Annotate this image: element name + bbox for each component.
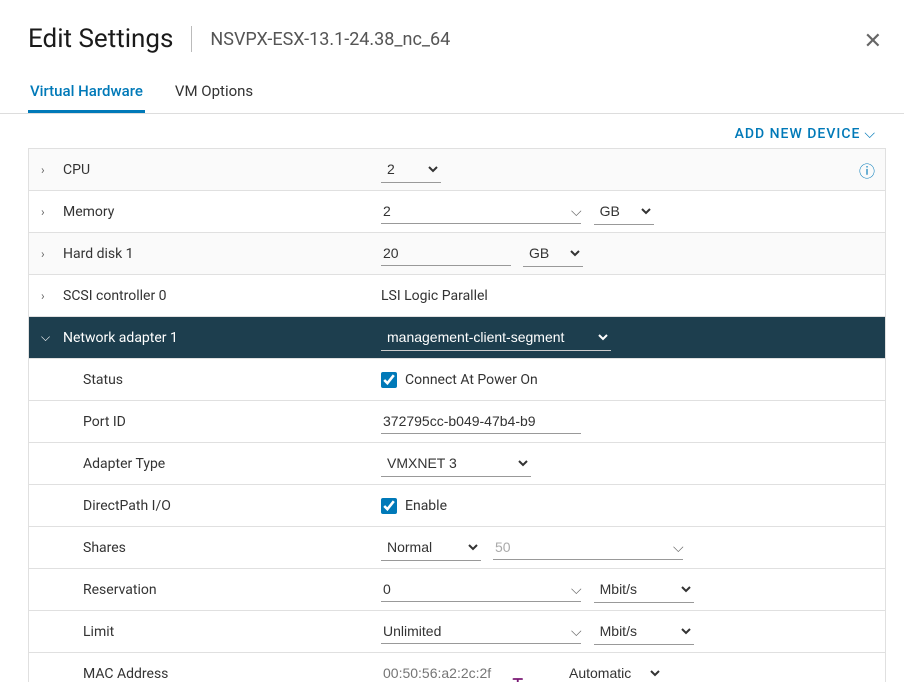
nic-port-id-input[interactable] xyxy=(381,409,581,434)
expand-memory-toggle[interactable]: › xyxy=(41,205,55,219)
row-nic-port-id: Port ID xyxy=(29,401,885,443)
cpu-count-select[interactable]: 2 xyxy=(381,156,441,183)
row-cpu: › CPU 2 ⓘ xyxy=(29,149,885,191)
tab-vm-options[interactable]: VM Options xyxy=(173,74,255,113)
connect-at-power-on-label: Connect At Power On xyxy=(405,372,538,388)
expand-cpu-toggle[interactable]: › xyxy=(41,163,55,177)
directpath-enable-label: Enable xyxy=(405,498,447,514)
connect-at-power-on-checkbox[interactable]: Connect At Power On xyxy=(381,372,538,388)
nic-shares-level-select[interactable]: Normal xyxy=(381,534,481,561)
chevron-down-icon: ⌵ xyxy=(864,126,876,142)
nic-reservation-unit-select[interactable]: Mbit/s xyxy=(594,576,694,603)
directpath-enable-input[interactable] xyxy=(381,498,397,514)
scsi0-label: SCSI controller 0 xyxy=(63,288,167,304)
nic-reservation-label: Reservation xyxy=(83,582,157,598)
cpu-info-icon[interactable]: ⓘ xyxy=(859,158,875,182)
close-button[interactable]: ✕ xyxy=(864,28,882,54)
row-nic-reservation: Reservation ⌵ Mbit/s xyxy=(29,569,885,611)
title-divider xyxy=(191,26,192,52)
nic-status-label: Status xyxy=(83,372,123,388)
connect-at-power-on-input[interactable] xyxy=(381,372,397,388)
hardware-table: › CPU 2 ⓘ › Memory ⌵ xyxy=(28,148,886,682)
scsi0-value: LSI Logic Parallel xyxy=(381,288,488,304)
edit-settings-modal: Edit Settings NSVPX-ESX-13.1-24.38_nc_64… xyxy=(0,0,904,678)
modal-header: Edit Settings NSVPX-ESX-13.1-24.38_nc_64 xyxy=(0,0,904,62)
memory-label: Memory xyxy=(63,204,114,220)
row-nic-shares: Shares Normal ⌵ xyxy=(29,527,885,569)
hdd1-label: Hard disk 1 xyxy=(63,246,134,262)
chevron-down-icon: ⌵ xyxy=(571,582,582,598)
nic-reservation-input[interactable] xyxy=(381,577,581,602)
add-device-row: ADD NEW DEVICE ⌵ xyxy=(28,114,886,148)
chevron-down-icon: ⌵ xyxy=(571,204,582,220)
modal-title: Edit Settings xyxy=(28,24,173,54)
chevron-down-icon: ⌵ xyxy=(673,540,684,556)
nic-shares-value-input[interactable] xyxy=(493,535,683,560)
row-scsi-0: › SCSI controller 0 LSI Logic Parallel xyxy=(29,275,885,317)
collapse-nic1-toggle[interactable]: ⌵ xyxy=(41,330,55,345)
expand-scsi0-toggle[interactable]: › xyxy=(41,289,55,303)
row-nic-limit: Limit ⌵ Mbit/s xyxy=(29,611,885,653)
row-hard-disk-1: › Hard disk 1 GB xyxy=(29,233,885,275)
hdd1-size-input[interactable] xyxy=(381,241,511,266)
vm-name: NSVPX-ESX-13.1-24.38_nc_64 xyxy=(210,29,450,50)
nic-port-id-label: Port ID xyxy=(83,414,126,430)
memory-size-input[interactable] xyxy=(381,199,581,224)
row-network-adapter-1: ⌵ Network adapter 1 management-client-se… xyxy=(29,317,885,359)
nic-mac-label: MAC Address xyxy=(83,666,168,682)
tab-virtual-hardware[interactable]: Virtual Hardware xyxy=(28,74,145,113)
add-device-label: ADD NEW DEVICE xyxy=(735,126,861,142)
add-new-device-button[interactable]: ADD NEW DEVICE ⌵ xyxy=(735,126,876,142)
nic1-network-select[interactable]: management-client-segment xyxy=(381,324,611,351)
row-nic-adapter-type: Adapter Type VMXNET 3 xyxy=(29,443,885,485)
nic-mac-input[interactable] xyxy=(381,661,551,682)
row-nic-status: Status Connect At Power On xyxy=(29,359,885,401)
nic-limit-label: Limit xyxy=(83,624,114,640)
nic1-label: Network adapter 1 xyxy=(63,330,178,346)
settings-body[interactable]: ADD NEW DEVICE ⌵ › CPU 2 ⓘ xyxy=(28,114,886,682)
nic-limit-input[interactable] xyxy=(381,619,581,644)
tab-bar: Virtual Hardware VM Options xyxy=(0,62,904,114)
directpath-enable-checkbox[interactable]: Enable xyxy=(381,498,447,514)
chevron-down-icon: ⌵ xyxy=(571,624,582,640)
nic-adapter-type-label: Adapter Type xyxy=(83,456,165,472)
row-nic-directpath: DirectPath I/O Enable xyxy=(29,485,885,527)
expand-hdd1-toggle[interactable]: › xyxy=(41,247,55,261)
hdd1-unit-select[interactable]: GB xyxy=(523,240,583,267)
row-memory: › Memory ⌵ GB xyxy=(29,191,885,233)
memory-unit-select[interactable]: GB xyxy=(594,198,654,225)
cpu-label: CPU xyxy=(63,162,90,178)
nic-shares-label: Shares xyxy=(83,540,126,556)
nic-directpath-label: DirectPath I/O xyxy=(83,498,171,514)
nic-adapter-type-select[interactable]: VMXNET 3 xyxy=(381,450,531,477)
nic-limit-unit-select[interactable]: Mbit/s xyxy=(594,618,694,645)
nic-mac-mode-select[interactable]: Automatic xyxy=(563,660,663,682)
close-icon: ✕ xyxy=(864,28,882,53)
